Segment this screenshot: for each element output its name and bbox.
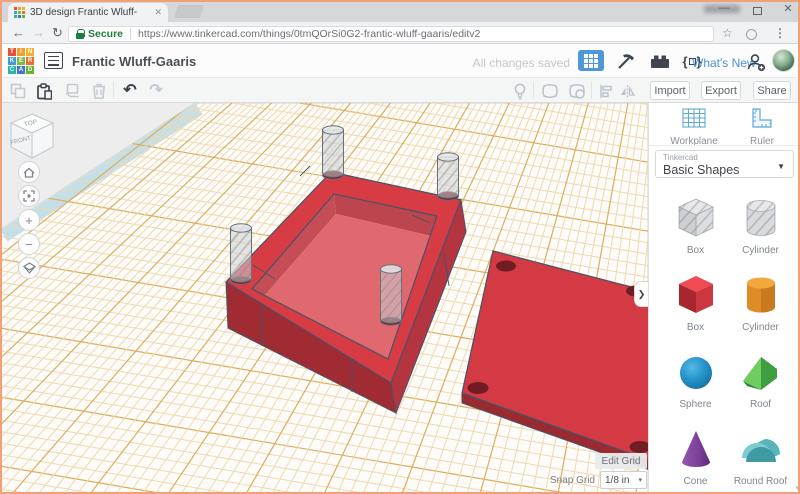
browser-menu-icon[interactable]: ⋮ bbox=[774, 26, 786, 40]
lego-brick-icon[interactable] bbox=[648, 51, 672, 71]
blocks-view-button[interactable] bbox=[578, 50, 604, 71]
back-icon[interactable]: ← bbox=[12, 25, 25, 40]
secure-label: Secure bbox=[88, 27, 124, 40]
shape-red-plate[interactable] bbox=[461, 250, 648, 484]
extension-icon[interactable] bbox=[746, 29, 757, 40]
library-kicker: Tinkercad bbox=[663, 153, 698, 162]
shape-sphere[interactable]: Sphere bbox=[663, 339, 728, 416]
undo-icon[interactable]: ↶ bbox=[120, 81, 140, 101]
import-button[interactable]: Import bbox=[650, 81, 690, 100]
redo-icon[interactable]: ↷ bbox=[146, 81, 166, 101]
browser-tabstrip: 3D design Frantic Wluff- ✕ — ✕ bbox=[0, 0, 800, 22]
tinkercad-logo[interactable]: TIN KER CAD bbox=[8, 48, 34, 74]
shape-cone[interactable]: Cone bbox=[663, 416, 728, 493]
view-cube[interactable]: TOP FRONT bbox=[6, 111, 58, 168]
tab-title: 3D design Frantic Wluff- bbox=[30, 7, 138, 18]
workplane-icon bbox=[682, 108, 706, 128]
share-button[interactable]: Share bbox=[753, 81, 791, 100]
tinkercad-favicon bbox=[14, 7, 25, 18]
browser-urlbar: ← → ↻ Secure https://www.tinkercad.com/t… bbox=[0, 22, 800, 44]
show-all-icon[interactable] bbox=[510, 81, 530, 101]
scrollbar-down-arrow[interactable]: ▾ bbox=[795, 484, 799, 492]
new-tab-button[interactable] bbox=[173, 5, 205, 18]
fit-view-button[interactable] bbox=[18, 185, 40, 207]
secure-lock-icon bbox=[76, 28, 85, 39]
align-icon[interactable] bbox=[595, 81, 615, 101]
url-text: https://www.tinkercad.com/things/0tmQOrS… bbox=[138, 27, 481, 40]
edit-grid-button[interactable]: Edit Grid bbox=[595, 453, 647, 469]
perspective-toggle-button[interactable] bbox=[18, 257, 40, 279]
snap-grid-select[interactable]: 1/8 in ▾ bbox=[600, 471, 647, 489]
invite-person-icon[interactable] bbox=[744, 52, 768, 72]
shape-round-roof[interactable]: Round Roof bbox=[728, 416, 793, 493]
shape-gallery: Box Cylinder Box Cylinder Sphere Roof Co… bbox=[649, 183, 800, 494]
duplicate-icon[interactable] bbox=[62, 81, 82, 101]
ruler-icon bbox=[752, 108, 772, 128]
shape-box-hole[interactable]: Box bbox=[663, 185, 728, 262]
workplane-tool[interactable]: Workplane bbox=[661, 107, 727, 147]
zoom-out-button[interactable]: − bbox=[18, 233, 40, 255]
panel-collapse-toggle[interactable]: ❯ bbox=[634, 281, 648, 307]
paste-icon[interactable] bbox=[34, 81, 54, 101]
snap-grid-label: Snap Grid bbox=[549, 475, 595, 486]
shape-cylinder-solid[interactable]: Cylinder bbox=[728, 262, 793, 339]
url-field[interactable]: Secure https://www.tinkercad.com/things/… bbox=[68, 25, 714, 42]
save-status: All changes saved bbox=[472, 56, 570, 70]
ruler-tool[interactable]: Ruler bbox=[729, 107, 795, 147]
window-close-button[interactable]: ✕ bbox=[780, 2, 796, 15]
chevron-down-icon: ▼ bbox=[777, 162, 785, 171]
shape-library-select[interactable]: Tinkercad Basic Shapes ▼ bbox=[655, 150, 794, 178]
tab-close-icon[interactable]: ✕ bbox=[154, 7, 162, 18]
shape-roof[interactable]: Roof bbox=[728, 339, 793, 416]
home-view-button[interactable] bbox=[18, 161, 40, 183]
reload-icon[interactable]: ↻ bbox=[52, 25, 63, 41]
delete-icon[interactable] bbox=[89, 81, 109, 101]
grid-icon bbox=[584, 53, 598, 68]
shape-box-solid[interactable]: Box bbox=[663, 262, 728, 339]
export-button[interactable]: Export bbox=[701, 81, 741, 100]
design-title: Frantic Wluff-Gaaris bbox=[72, 54, 197, 69]
design-menu-icon[interactable] bbox=[44, 52, 63, 69]
mirror-icon[interactable] bbox=[617, 81, 637, 101]
model-shapes[interactable] bbox=[0, 103, 648, 494]
window-minimize-button[interactable]: — bbox=[716, 2, 732, 14]
ungroup-icon[interactable] bbox=[567, 81, 587, 101]
avatar[interactable] bbox=[772, 49, 795, 72]
library-name: Basic Shapes bbox=[663, 162, 740, 177]
bookmark-star-icon[interactable]: ☆ bbox=[722, 26, 733, 40]
shape-cylinder-hole[interactable]: Cylinder bbox=[728, 185, 793, 262]
design-canvas[interactable]: TOP FRONT + − Edit Grid Snap Grid 1/8 in… bbox=[0, 103, 648, 494]
copy-icon[interactable] bbox=[8, 81, 28, 101]
group-icon[interactable] bbox=[540, 81, 560, 101]
shape-red-tray[interactable] bbox=[225, 165, 467, 415]
forward-icon[interactable]: → bbox=[32, 25, 45, 40]
editor-toolbar: ↶ ↷ Import Export Share bbox=[0, 78, 800, 103]
app-header: TIN KER CAD Frantic Wluff-Gaaris All cha… bbox=[0, 44, 800, 78]
shapes-sidebar: Workplane Ruler Tinkercad Basic Shapes ▼ bbox=[648, 103, 800, 494]
zoom-in-button[interactable]: + bbox=[18, 209, 40, 231]
chevron-down-icon: ▾ bbox=[638, 477, 642, 484]
minecraft-pickaxe-icon[interactable] bbox=[614, 51, 638, 71]
browser-tab[interactable]: 3D design Frantic Wluff- ✕ bbox=[8, 3, 168, 22]
window-maximize-button[interactable] bbox=[753, 7, 762, 15]
